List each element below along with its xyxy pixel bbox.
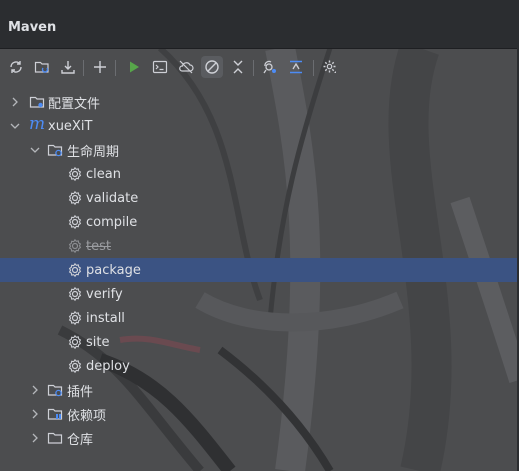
- gear-icon: [68, 214, 82, 230]
- goal-deploy[interactable]: deploy: [0, 354, 517, 378]
- toolbar: [0, 52, 517, 82]
- gear-icon: [68, 334, 82, 350]
- maven-tool-window: Maven 配置文件 m xueXiT 生命周期 clean validate …: [0, 0, 519, 471]
- chevron-down-icon[interactable]: [9, 120, 21, 132]
- gear-icon: [68, 238, 82, 254]
- gear-icon: [68, 310, 82, 326]
- gear-icon: [68, 286, 82, 302]
- goal-label: deploy: [86, 358, 130, 374]
- reload-button[interactable]: [5, 56, 27, 78]
- settings-button[interactable]: [319, 56, 341, 78]
- execute-goal-icon: [152, 60, 168, 74]
- download-icon: [61, 61, 75, 74]
- tree-item-label: 依赖项: [67, 408, 107, 424]
- show-dependencies-icon: [263, 60, 276, 74]
- analyze-dependencies-button[interactable]: [285, 56, 307, 78]
- collapse-all-button[interactable]: [227, 56, 249, 78]
- tree-item-lifecycle[interactable]: 生命周期: [0, 138, 517, 162]
- tree-item-repositories[interactable]: 仓库: [0, 426, 517, 450]
- gear-icon: [68, 190, 82, 206]
- gear-icon: [68, 166, 82, 182]
- chevron-right-icon[interactable]: [29, 384, 41, 396]
- goal-install[interactable]: install: [0, 306, 517, 330]
- goal-label: test: [86, 238, 111, 254]
- skip-tests-button[interactable]: [201, 56, 223, 78]
- tree-item-label: xueXiT: [48, 118, 93, 134]
- dependencies-folder-icon: [47, 408, 63, 420]
- goal-label: package: [86, 262, 141, 278]
- show-dependencies-button[interactable]: [259, 56, 281, 78]
- reload-icon: [10, 61, 22, 73]
- goal-label: site: [86, 334, 110, 350]
- goal-label: install: [86, 310, 125, 326]
- goal-site[interactable]: site: [0, 330, 517, 354]
- folder-icon: [29, 96, 45, 108]
- tree-item-label: 仓库: [67, 432, 94, 448]
- goal-test[interactable]: test: [0, 234, 517, 258]
- skip-tests-icon: [205, 60, 219, 74]
- add-button[interactable]: [89, 56, 111, 78]
- maven-project-icon: m: [29, 114, 46, 134]
- settings-icon: [323, 60, 336, 73]
- goal-label: verify: [86, 286, 123, 302]
- tool-window-title: Maven: [8, 20, 57, 35]
- collapse-all-icon: [233, 60, 243, 74]
- chevron-right-icon[interactable]: [29, 432, 41, 444]
- gear-icon: [68, 358, 82, 374]
- chevron-right-icon[interactable]: [9, 96, 21, 108]
- generate-sources-button[interactable]: [31, 56, 53, 78]
- tree-item-label: 配置文件: [48, 96, 101, 112]
- analyze-dependencies-icon: [290, 60, 302, 74]
- tree-item-project[interactable]: m xueXiT: [0, 114, 517, 138]
- goal-verify[interactable]: verify: [0, 282, 517, 306]
- tree-item-plugins[interactable]: 插件: [0, 378, 517, 402]
- run-button[interactable]: [123, 56, 145, 78]
- tree-item-label: 生命周期: [67, 144, 120, 160]
- run-icon: [130, 61, 139, 73]
- offline-mode-icon: [179, 60, 194, 74]
- offline-mode-button[interactable]: [175, 56, 197, 78]
- goal-label: validate: [86, 190, 139, 206]
- gear-icon: [68, 262, 82, 278]
- tree-item-dependencies[interactable]: 依赖项: [0, 402, 517, 426]
- download-button[interactable]: [57, 56, 79, 78]
- execute-goal-button[interactable]: [149, 56, 171, 78]
- goal-label: compile: [86, 214, 138, 230]
- generate-sources-icon: [34, 61, 49, 73]
- tree-item-profiles[interactable]: 配置文件: [0, 90, 517, 114]
- tool-window-header: Maven: [0, 0, 517, 49]
- chevron-right-icon[interactable]: [29, 408, 41, 420]
- goal-label: clean: [86, 166, 121, 182]
- add-icon: [94, 61, 106, 73]
- chevron-down-icon[interactable]: [29, 144, 41, 156]
- plugins-folder-icon: [47, 384, 63, 397]
- tree-item-label: 插件: [67, 384, 94, 400]
- goal-compile[interactable]: compile: [0, 210, 517, 234]
- goal-package[interactable]: package: [0, 258, 517, 282]
- lifecycle-folder-icon: [47, 144, 63, 157]
- folder-icon: [47, 432, 63, 444]
- goal-validate[interactable]: validate: [0, 186, 517, 210]
- goal-clean[interactable]: clean: [0, 162, 517, 186]
